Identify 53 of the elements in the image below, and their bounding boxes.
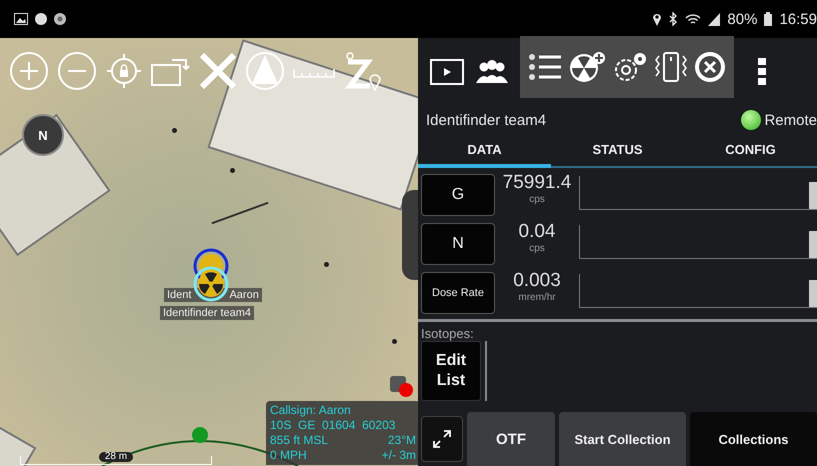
marker-label-text: Ident	[167, 289, 192, 301]
heading-text: 23°M	[388, 433, 416, 448]
radiation-add-icon[interactable]	[568, 50, 606, 82]
tab[interactable]: STATUS	[551, 135, 684, 168]
expand-button[interactable]	[421, 416, 463, 462]
callsign-text: Callsign: Aaron	[270, 403, 352, 418]
reading-value: 0.04	[518, 221, 556, 243]
video-icon[interactable]	[430, 58, 464, 84]
bluetooth-icon	[669, 12, 678, 26]
detector-button[interactable]: Dose Rate	[421, 272, 495, 314]
battery-percent: 80%	[727, 10, 758, 28]
aperture-icon	[54, 13, 66, 25]
tab[interactable]: DATA	[418, 135, 551, 168]
detector-button[interactable]: N	[421, 223, 495, 265]
people-icon[interactable]	[474, 58, 510, 84]
signal-icon	[708, 12, 720, 26]
device-name: Identifinder team4	[426, 112, 546, 128]
location-icon	[652, 12, 662, 26]
altitude-text: 855 ft MSL	[270, 433, 328, 448]
action-button[interactable]: OTF	[467, 412, 555, 466]
action-button[interactable]: Start Collection	[559, 412, 686, 466]
marker-label-text: Aaron	[229, 289, 259, 301]
dot-icon	[35, 13, 47, 25]
reading-unit: cps	[529, 243, 545, 254]
panel-drag-handle[interactable]	[402, 190, 418, 280]
vibrating-phone-icon[interactable]	[654, 50, 688, 82]
satellite-map[interactable]: N Ident Aaron Identifinder team4 28 m Callsign: Aaron 10S GE 01604 60203 855 ft MSL 23°M 0 MPH +/- 3m	[0, 38, 418, 466]
detector-button[interactable]: G	[421, 174, 495, 216]
settings-icon[interactable]	[612, 50, 648, 82]
marker-name: Identifinder team4	[160, 306, 254, 320]
image-icon	[14, 13, 28, 25]
scale-label: 28 m	[98, 452, 134, 462]
reading-value: 0.003	[513, 270, 561, 292]
close-icon[interactable]	[694, 50, 726, 82]
wifi-icon	[685, 12, 702, 26]
edit-list-button[interactable]: Edit List	[421, 341, 481, 401]
isotopes-label: Isotopes:	[421, 326, 475, 341]
speed-text: 0 MPH	[270, 448, 307, 463]
action-button[interactable]: Collections	[690, 412, 817, 466]
expand-icon	[431, 428, 453, 450]
battery-icon	[764, 12, 772, 26]
remote-label: Remote	[764, 112, 817, 128]
accuracy-text: +/- 3m	[382, 448, 416, 463]
reading-unit: cps	[529, 194, 545, 205]
cross-icon[interactable]	[198, 51, 238, 91]
z-pin-icon[interactable]	[342, 50, 382, 92]
radiation-list-icon[interactable]	[528, 52, 562, 82]
reading-unit: mrem/hr	[518, 292, 556, 303]
tab[interactable]: CONFIG	[684, 135, 817, 168]
clock: 16:59	[779, 10, 817, 28]
more-options-icon[interactable]	[758, 58, 766, 86]
reading-value: 75991.4	[502, 172, 572, 194]
grid-coordinates: 10S GE 01604 60203	[270, 418, 396, 433]
